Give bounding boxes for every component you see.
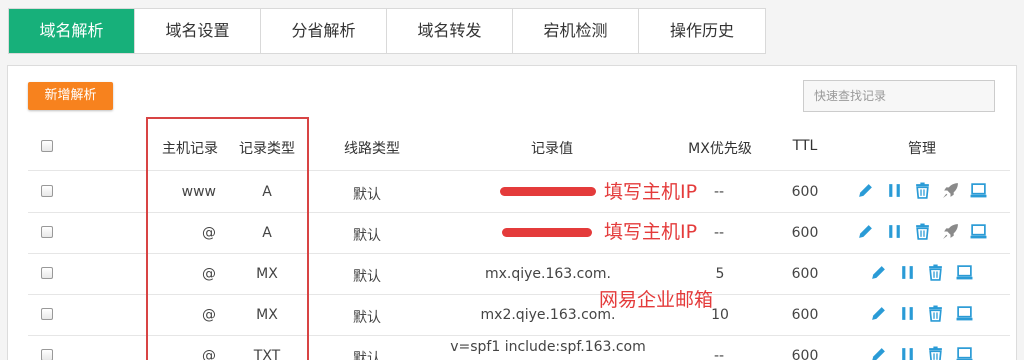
row-checkbox[interactable] <box>41 226 53 238</box>
row-checkbox[interactable] <box>41 349 53 360</box>
monitor-icon[interactable] <box>970 182 987 199</box>
monitor-icon[interactable] <box>956 264 973 281</box>
tab-domain-settings[interactable]: 域名设置 <box>135 9 261 53</box>
mx-cell: 10 <box>711 307 729 323</box>
header-ttl: TTL <box>792 138 818 154</box>
type-cell: MX <box>256 307 278 323</box>
trash-icon[interactable] <box>914 223 931 240</box>
header-mx-priority: MX优先级 <box>688 141 752 157</box>
pause-icon[interactable] <box>899 264 916 281</box>
pencil-icon[interactable] <box>870 305 887 322</box>
pause-icon[interactable] <box>886 223 903 240</box>
select-all-checkbox[interactable] <box>41 140 53 152</box>
add-record-button[interactable]: 新增解析 <box>28 82 113 110</box>
ttl-cell: 600 <box>791 184 819 200</box>
divider <box>28 212 1010 213</box>
annotation-text: 填写主机IP <box>604 221 698 243</box>
type-cell: MX <box>256 266 278 282</box>
divider <box>28 335 1010 336</box>
tab-domain-forwarding[interactable]: 域名转发 <box>387 9 513 53</box>
divider <box>28 170 1010 171</box>
pencil-icon[interactable] <box>857 223 874 240</box>
redaction-scribble <box>502 228 592 237</box>
host-cell: @ <box>202 348 216 360</box>
mx-cell: 5 <box>715 266 725 282</box>
line-cell: 默认 <box>353 351 381 360</box>
header-host: 主机记录 <box>162 141 218 157</box>
pencil-icon[interactable] <box>870 346 887 360</box>
ttl-cell: 600 <box>791 348 819 360</box>
ttl-cell: 600 <box>791 225 819 241</box>
pause-icon[interactable] <box>886 182 903 199</box>
header-line: 线路类型 <box>344 141 400 157</box>
monitor-icon[interactable] <box>956 346 973 360</box>
row-checkbox[interactable] <box>41 308 53 320</box>
value-cell: mx2.qiye.163.com. <box>480 307 616 323</box>
pause-icon[interactable] <box>899 305 916 322</box>
annotation-text: 填写主机IP <box>604 181 698 203</box>
tab-dns-resolution[interactable]: 域名解析 <box>9 9 135 53</box>
tab-downtime-detection[interactable]: 宕机检测 <box>513 9 639 53</box>
value-cell: mx.qiye.163.com. <box>484 266 612 282</box>
monitor-icon[interactable] <box>956 305 973 322</box>
row-checkbox[interactable] <box>41 185 53 197</box>
pause-icon[interactable] <box>899 346 916 360</box>
ttl-cell: 600 <box>791 266 819 282</box>
pencil-icon[interactable] <box>870 264 887 281</box>
trash-icon[interactable] <box>914 182 931 199</box>
type-cell: A <box>262 225 272 241</box>
host-cell: @ <box>202 266 216 282</box>
host-cell: @ <box>202 225 216 241</box>
trash-icon[interactable] <box>927 264 944 281</box>
pencil-icon[interactable] <box>857 182 874 199</box>
tab-province-resolution[interactable]: 分省解析 <box>261 9 387 53</box>
divider <box>28 253 1010 254</box>
rocket-icon[interactable] <box>942 223 959 240</box>
rocket-icon[interactable] <box>942 182 959 199</box>
tab-bar: 域名解析 域名设置 分省解析 域名转发 宕机检测 操作历史 <box>8 8 766 54</box>
mx-cell: -- <box>714 184 725 200</box>
host-cell: www <box>181 184 216 200</box>
ttl-cell: 600 <box>791 307 819 323</box>
redaction-scribble <box>500 187 596 196</box>
header-manage: 管理 <box>908 141 936 157</box>
trash-icon[interactable] <box>927 305 944 322</box>
search-input[interactable] <box>803 80 995 112</box>
host-cell: @ <box>202 307 216 323</box>
line-cell: 默认 <box>353 187 381 203</box>
line-cell: 默认 <box>353 310 381 326</box>
line-cell: 默认 <box>353 269 381 285</box>
mx-cell: -- <box>714 225 725 241</box>
trash-icon[interactable] <box>927 346 944 360</box>
monitor-icon[interactable] <box>970 223 987 240</box>
value-cell: v=spf1 include:spf.163.com <box>450 339 646 355</box>
line-cell: 默认 <box>353 228 381 244</box>
mx-cell: -- <box>714 348 725 360</box>
annotation-text: 网易企业邮箱 <box>599 289 714 311</box>
type-cell: A <box>262 184 272 200</box>
row-checkbox[interactable] <box>41 267 53 279</box>
header-value: 记录值 <box>531 141 573 157</box>
header-type: 记录类型 <box>239 141 295 157</box>
divider <box>28 294 1010 295</box>
tab-operation-history[interactable]: 操作历史 <box>639 9 765 53</box>
type-cell: TXT <box>253 348 281 360</box>
